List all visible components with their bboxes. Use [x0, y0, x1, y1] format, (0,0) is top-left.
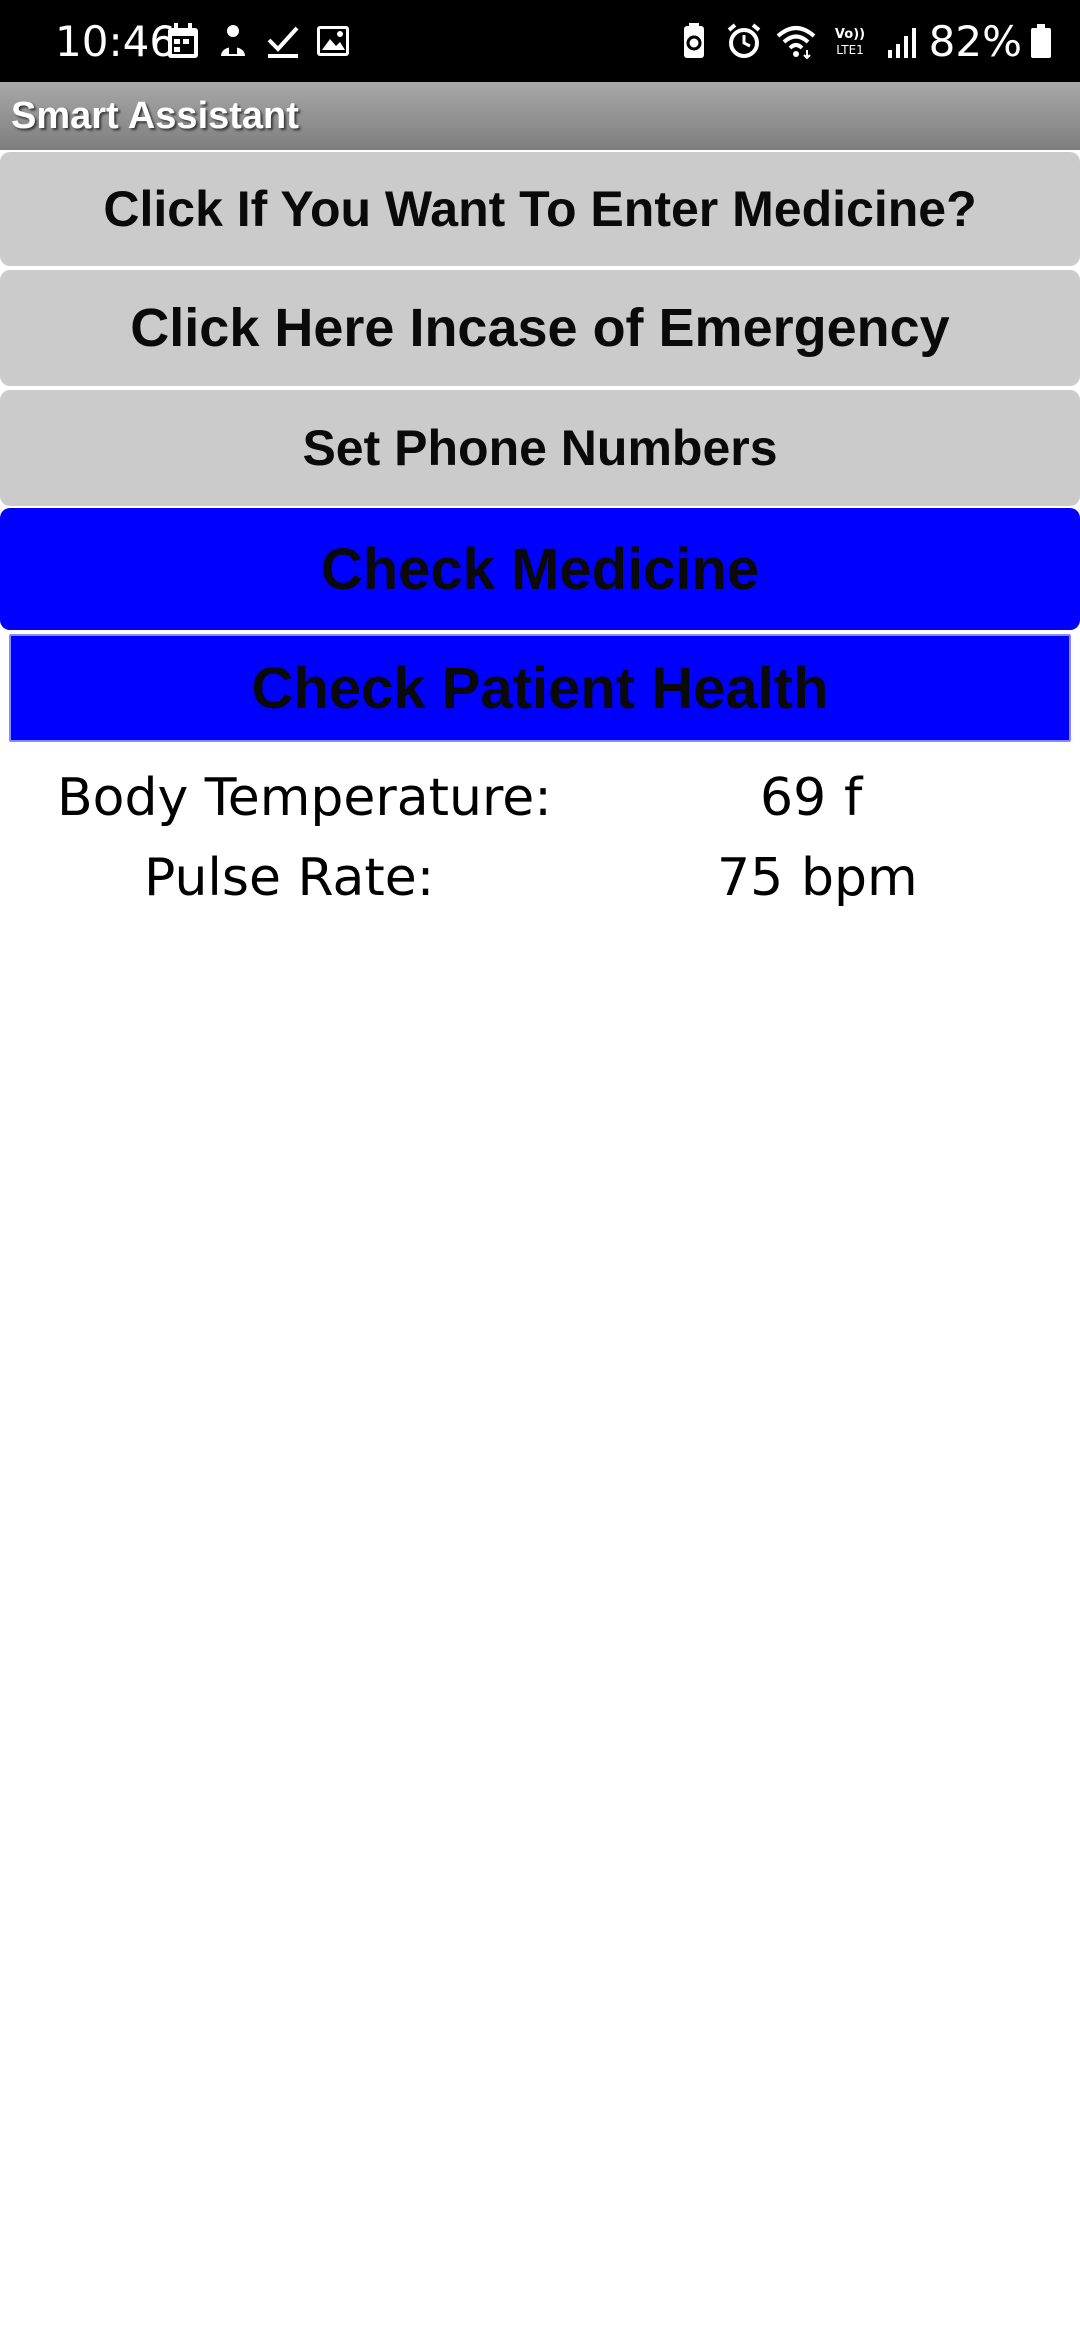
checkmark-icon	[267, 26, 299, 58]
emergency-button[interactable]: Click Here Incase of Emergency	[0, 270, 1080, 386]
person-icon	[221, 25, 245, 56]
enter-medicine-button[interactable]: Click If You Want To Enter Medicine?	[0, 152, 1080, 266]
body-temperature-value: 69	[760, 768, 827, 828]
alarm-icon	[727, 23, 761, 58]
check-patient-health-button[interactable]: Check Patient Health	[9, 634, 1071, 742]
set-phone-numbers-button[interactable]: Set Phone Numbers	[0, 390, 1080, 506]
battery-percent: 82%	[928, 17, 1022, 66]
notification-icons	[165, 22, 351, 60]
battery-saver-icon	[684, 23, 704, 58]
pulse-rate-unit: bpm	[801, 848, 918, 908]
signal-icon	[888, 28, 916, 58]
body-temperature-label: Body Temperature:	[57, 768, 552, 828]
system-icons: Vo)) LTE1	[676, 22, 920, 60]
pulse-rate-label: Pulse Rate:	[144, 848, 435, 908]
calendar-icon	[168, 23, 198, 58]
volte-icon: Vo)) LTE1	[835, 27, 865, 57]
svg-text:LTE1: LTE1	[836, 43, 864, 57]
svg-text:Vo)): Vo))	[835, 27, 865, 42]
pulse-rate-value: 75	[717, 848, 784, 908]
status-time: 10:46	[55, 17, 177, 66]
battery-icon	[1031, 24, 1051, 58]
body-temperature-unit: f	[844, 768, 863, 828]
wifi-icon	[776, 26, 816, 60]
app-title-bar: Smart Assistant	[0, 82, 1080, 150]
app-title: Smart Assistant	[11, 95, 299, 137]
status-bar: 10:46 Vo)) LTE1 82%	[0, 0, 1080, 82]
image-icon	[317, 26, 349, 56]
check-medicine-button[interactable]: Check Medicine	[0, 508, 1080, 630]
